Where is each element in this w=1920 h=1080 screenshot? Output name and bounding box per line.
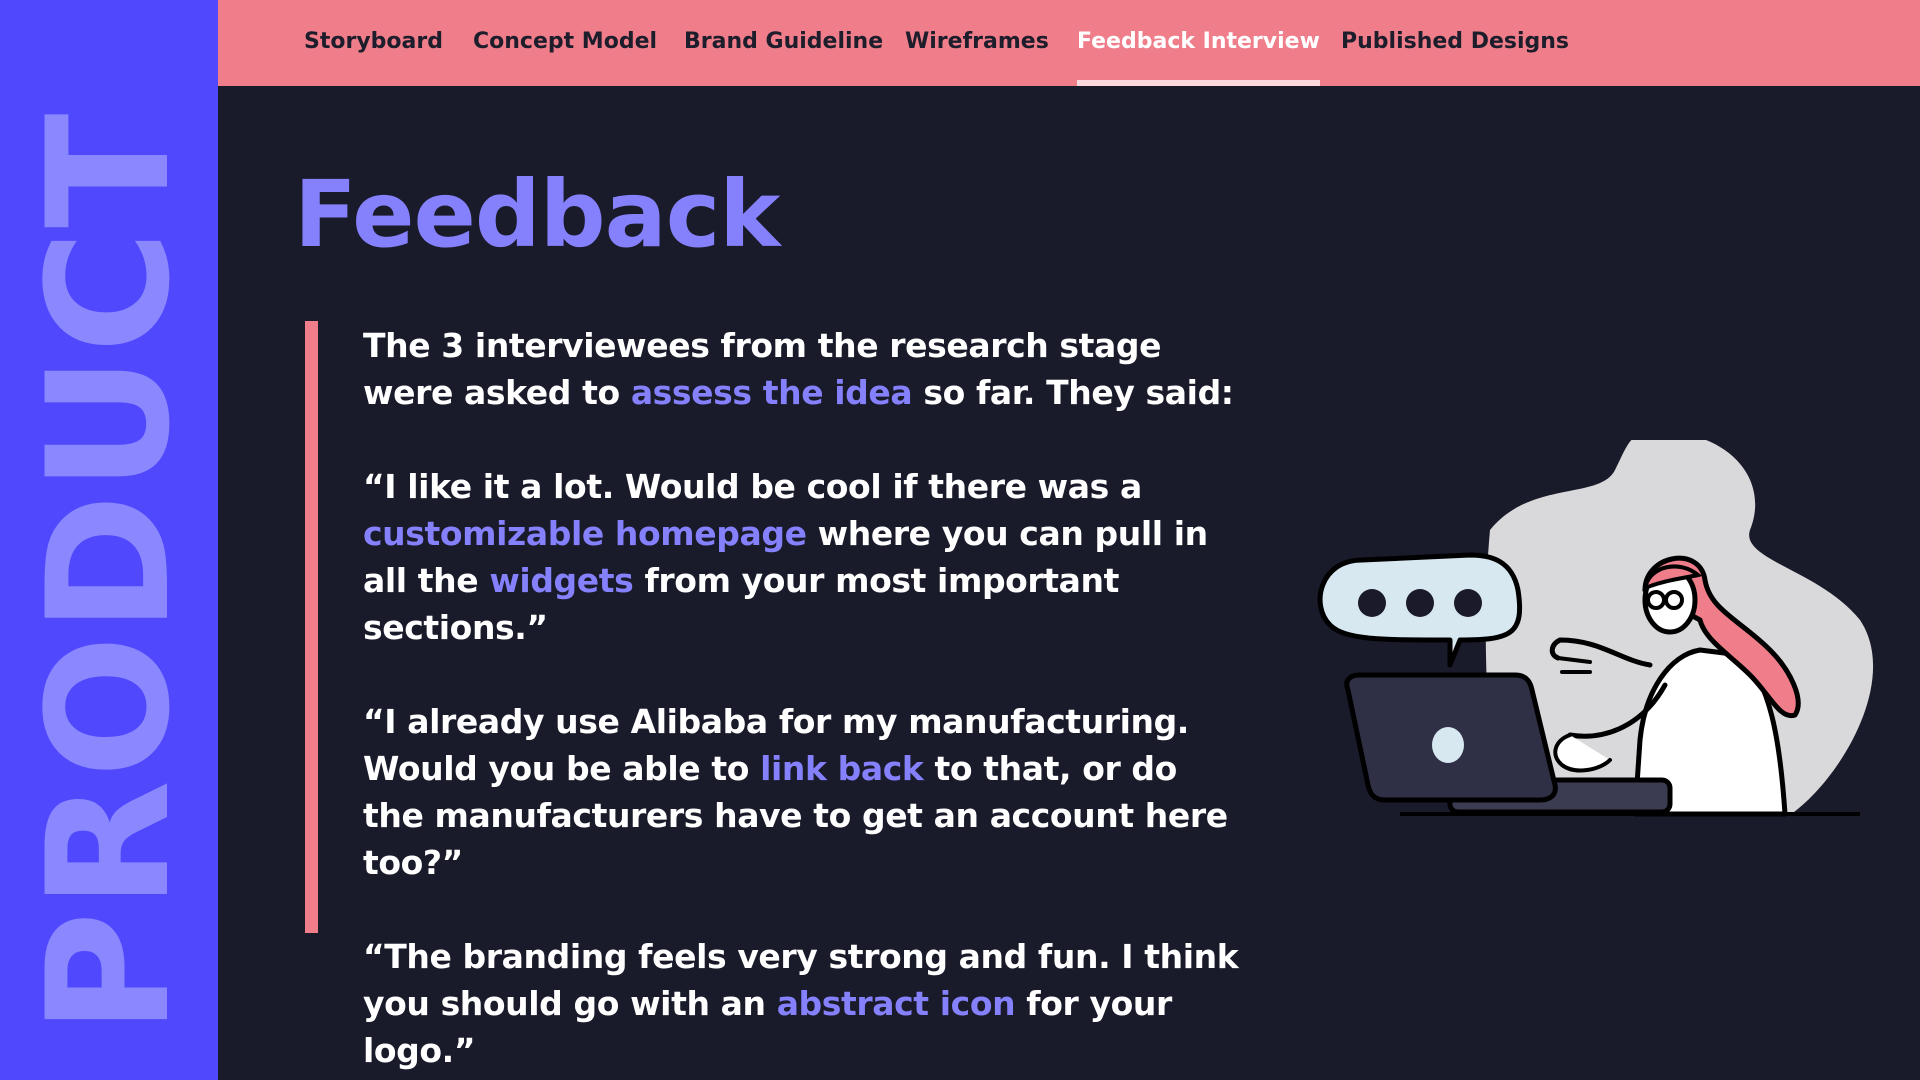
quote-2: “I already use Alibaba for my manufactur… xyxy=(363,698,1243,886)
feedback-body: The 3 interviewees from the research sta… xyxy=(363,322,1243,1074)
highlight-assess-the-idea: assess the idea xyxy=(630,373,913,412)
quote-1-text: “I like it a lot. Would be cool if there… xyxy=(363,467,1142,506)
tab-storyboard[interactable]: Storyboard xyxy=(304,0,443,86)
top-navigation: Storyboard Concept Model Brand Guideline… xyxy=(218,0,1920,86)
page-title: Feedback xyxy=(294,161,780,268)
quote-3: “The branding feels very strong and fun.… xyxy=(363,933,1243,1074)
tab-brand-guideline[interactable]: Brand Guideline xyxy=(684,0,883,86)
highlight-abstract-icon: abstract icon xyxy=(776,984,1016,1023)
intro-text-end: so far. They said: xyxy=(912,373,1234,412)
quote-1: “I like it a lot. Would be cool if there… xyxy=(363,463,1243,651)
sidebar: PRODUCT xyxy=(0,0,218,1080)
person-laptop-illustration xyxy=(1317,440,1873,817)
highlight-widgets: widgets xyxy=(489,561,634,600)
highlight-link-back: link back xyxy=(760,749,924,788)
tab-feedback-interview[interactable]: Feedback Interview xyxy=(1077,0,1320,86)
tab-concept-model[interactable]: Concept Model xyxy=(473,0,657,86)
quote-accent-bar xyxy=(305,321,318,933)
highlight-customizable-homepage: customizable homepage xyxy=(363,514,807,553)
tab-wireframes[interactable]: Wireframes xyxy=(905,0,1049,86)
sidebar-product-label: PRODUCT xyxy=(11,111,207,1035)
intro-paragraph: The 3 interviewees from the research sta… xyxy=(363,322,1243,416)
tab-published-designs[interactable]: Published Designs xyxy=(1341,0,1569,86)
